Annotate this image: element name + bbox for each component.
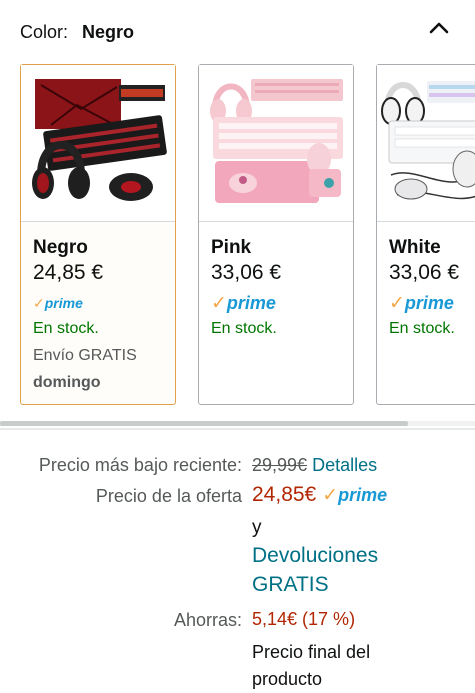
swatch-price: 24,85 € <box>33 261 104 284</box>
product-image-pink <box>199 65 353 222</box>
savings-value: 5,14€ (17 %) <box>252 609 356 629</box>
offer-row: 24,85€ ✓ prime <box>252 483 387 507</box>
final-price-note-line1: Precio final del <box>252 642 371 662</box>
swatch-card-white[interactable]: White 33,06 € ✓ prime En stock. <box>376 64 475 405</box>
swatch-price: 33,06 € <box>211 261 282 284</box>
recent-low-price: 29,99€ <box>252 455 308 475</box>
stock-status: En stock. <box>211 320 277 337</box>
savings-label: Ahorras: <box>173 610 242 630</box>
details-link[interactable]: Detalles <box>312 455 377 475</box>
recent-low-row: 29,99€ Detalles <box>252 455 377 476</box>
offer-price: 24,85€ <box>252 483 317 506</box>
and-text: y <box>252 517 262 538</box>
variation-selected-value: Negro <box>82 21 135 42</box>
swatch-card-pink[interactable]: Pink 33,06 € ✓ prime En stock. <box>198 64 354 405</box>
swatch-name: White <box>389 237 441 258</box>
prime-badge: ✓ prime <box>389 292 454 314</box>
check-icon: ✓ <box>322 485 339 506</box>
swatch-price: 33,06 € <box>389 261 460 284</box>
check-icon: ✓ <box>211 292 227 314</box>
swatch-carousel[interactable]: Negro 24,85 € ✓ prime En stock. Envío GRA… <box>0 63 475 409</box>
check-icon: ✓ <box>33 294 45 311</box>
swatch-name: Negro <box>33 237 88 258</box>
carousel-scrollbar[interactable] <box>0 421 475 426</box>
swatch-name: Pink <box>211 237 252 258</box>
variation-label: Color: <box>20 21 69 42</box>
prime-badge: ✓ prime <box>33 294 83 312</box>
offer-label: Precio de la oferta <box>95 486 242 506</box>
scrollbar-thumb[interactable] <box>0 421 408 426</box>
final-price-note-line2: producto <box>252 669 323 689</box>
variation-header: Color: Negro <box>20 18 134 46</box>
swatch-card-negro[interactable]: Negro 24,85 € ✓ prime En stock. Envío GRA… <box>20 64 176 405</box>
prime-badge: ✓ prime <box>322 485 388 506</box>
section-divider <box>0 428 475 430</box>
stock-status: En stock. <box>389 320 455 337</box>
check-icon: ✓ <box>389 292 405 314</box>
prime-badge: ✓ prime <box>211 292 276 314</box>
free-returns-link-line1[interactable]: Devoluciones <box>252 544 378 568</box>
stock-status: En stock. <box>33 320 99 337</box>
recent-low-label: Precio más bajo reciente: <box>38 455 242 475</box>
chevron-up-icon[interactable] <box>428 18 450 36</box>
free-returns-link-line2[interactable]: GRATIS <box>252 573 329 597</box>
product-image-white <box>377 65 475 222</box>
delivery-day: domingo <box>33 374 101 391</box>
product-image-negro <box>21 65 175 222</box>
shipping-info: Envío GRATIS <box>33 347 137 364</box>
